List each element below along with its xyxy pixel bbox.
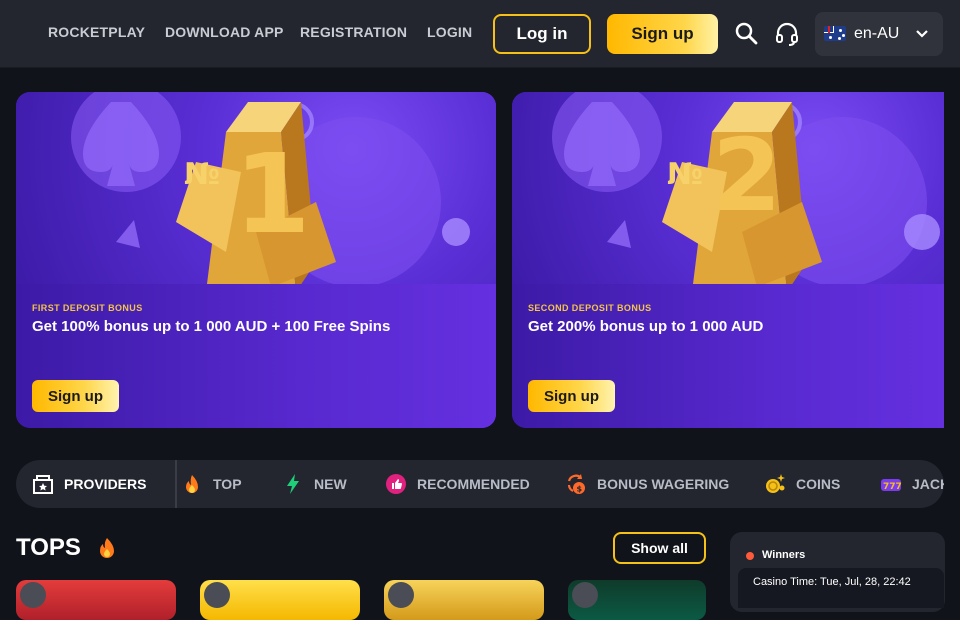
section-title-tops: TOPS	[16, 534, 81, 561]
chevron-down-icon	[916, 30, 928, 38]
top-navigation-bar: ROCKETPLAY DOWNLOAD APP REGISTRATION LOG…	[0, 0, 960, 68]
nav-link-registration[interactable]: REGISTRATION	[300, 24, 407, 40]
banner-signup-button[interactable]: Sign up	[32, 380, 119, 412]
category-label: BONUS WAGERING	[597, 476, 730, 492]
jackpot-slots-icon: 777	[881, 479, 902, 492]
winners-label: Winners	[762, 549, 806, 561]
providers-icon	[33, 475, 53, 494]
banner-illustration: № 2	[512, 92, 944, 292]
australia-flag-icon	[824, 26, 846, 41]
banner-signup-button[interactable]: Sign up	[528, 380, 615, 412]
svg-text:777: 777	[883, 482, 902, 492]
category-label: JACKPOT	[912, 476, 944, 492]
game-category-bar: PROVIDERS TOP NEW RECOMMENDED $ BONUS WA…	[16, 460, 944, 508]
search-icon[interactable]	[733, 20, 761, 48]
number-badge-text: №	[184, 157, 220, 192]
category-label: COINS	[796, 476, 841, 492]
banner-number: 1	[234, 130, 311, 258]
banner-title: Get 100% bonus up to 1 000 AUD + 100 Fre…	[32, 318, 391, 335]
category-top[interactable]: TOP	[181, 460, 242, 508]
category-label: TOP	[213, 476, 242, 492]
thumbs-up-icon	[386, 474, 406, 494]
category-recommended[interactable]: RECOMMENDED	[385, 460, 530, 508]
category-coins[interactable]: COINS	[764, 460, 840, 508]
fire-icon	[100, 538, 114, 558]
banner-eyebrow: FIRST DEPOSIT BONUS	[32, 303, 143, 313]
banner-eyebrow: SECOND DEPOSIT BONUS	[528, 303, 652, 313]
category-bonus-wagering[interactable]: $ BONUS WAGERING	[565, 460, 729, 508]
category-label: NEW	[314, 476, 347, 492]
category-providers[interactable]: PROVIDERS	[32, 460, 146, 508]
live-dot-icon	[746, 552, 754, 560]
category-new[interactable]: NEW	[282, 460, 347, 508]
game-tile[interactable]	[568, 580, 706, 620]
game-tile[interactable]	[384, 580, 544, 620]
casino-time-box: Casino Time: Tue, Jul, 28, 22:42	[738, 568, 944, 608]
nav-link-download-app[interactable]: DOWNLOAD APP	[165, 24, 284, 40]
fire-badge-icon	[204, 582, 230, 608]
banner-illustration: № 1	[16, 92, 496, 292]
fire-icon	[186, 475, 198, 493]
show-all-button[interactable]: Show all	[613, 532, 706, 564]
banner-title: Get 200% bonus up to 1 000 AUD	[528, 318, 764, 335]
casino-time-text: Casino Time: Tue, Jul, 28, 22:42	[753, 576, 911, 588]
signup-button[interactable]: Sign up	[607, 14, 718, 54]
language-selector[interactable]: en-AU	[815, 12, 943, 56]
login-button[interactable]: Log in	[493, 14, 591, 54]
nav-link-login[interactable]: LOGIN	[427, 24, 472, 40]
svg-text:$: $	[577, 485, 583, 494]
category-label: RECOMMENDED	[417, 476, 530, 492]
lightning-icon	[287, 474, 299, 494]
bonus-wagering-icon: $	[567, 474, 585, 494]
first-deposit-banner[interactable]: № 1 FIRST DEPOSIT BONUS Get 100% bonus u…	[16, 92, 496, 428]
category-label: PROVIDERS	[64, 476, 147, 492]
banner-number: 2	[712, 117, 782, 234]
coins-icon	[766, 474, 785, 493]
second-deposit-banner[interactable]: № 2 SECOND DEPOSIT BONUS Get 200% bonus …	[512, 92, 944, 428]
nav-link-rocketplay[interactable]: ROCKETPLAY	[48, 24, 145, 40]
fire-badge-icon	[20, 582, 46, 608]
fire-badge-icon	[388, 582, 414, 608]
divider	[175, 460, 177, 508]
language-label: en-AU	[854, 25, 900, 42]
number-badge-text: №	[667, 157, 703, 192]
category-jackpot[interactable]: 777 JACKPOT	[880, 460, 944, 508]
support-headset-icon[interactable]	[773, 20, 801, 48]
game-tile[interactable]	[200, 580, 360, 620]
fire-badge-icon	[572, 582, 598, 608]
game-tile[interactable]	[16, 580, 176, 620]
